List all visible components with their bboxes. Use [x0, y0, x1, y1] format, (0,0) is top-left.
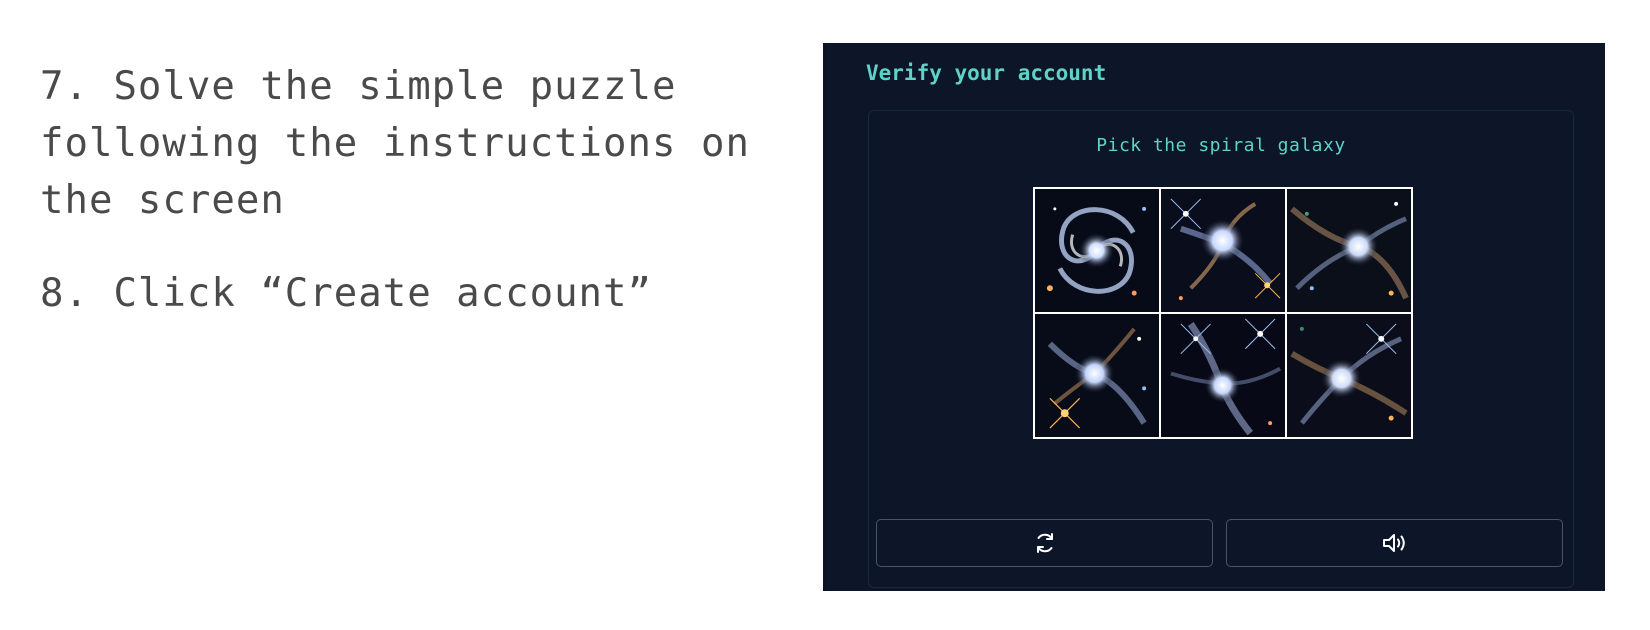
refresh-icon	[1036, 533, 1053, 553]
star-cluster-image	[1161, 314, 1285, 437]
captcha-panel: Verify your account Pick the spiral gala…	[823, 43, 1605, 591]
spiral-galaxy-image	[1035, 189, 1159, 312]
star-cluster-image	[1287, 314, 1411, 437]
instructions: 7. Solve the simple puzzle following the…	[40, 58, 770, 358]
image-grid	[1033, 187, 1413, 439]
image-tile-5[interactable]	[1161, 314, 1285, 437]
image-tile-3[interactable]	[1287, 189, 1411, 312]
star-cluster-image	[1287, 189, 1411, 312]
refresh-button[interactable]	[876, 519, 1213, 567]
instruction-step-8: 8. Click “Create account”	[40, 271, 652, 316]
captcha-card: Pick the spiral galaxy	[868, 110, 1574, 588]
captcha-prompt: Pick the spiral galaxy	[1096, 135, 1346, 156]
image-tile-spiral-galaxy[interactable]	[1035, 189, 1159, 312]
image-tile-2[interactable]	[1161, 189, 1285, 312]
instruction-step-7: 7. Solve the simple puzzle following the…	[40, 64, 750, 223]
star-cluster-image	[1161, 189, 1285, 312]
speaker-icon	[1382, 534, 1405, 552]
panel-title: Verify your account	[866, 61, 1107, 85]
audio-button[interactable]	[1226, 519, 1563, 567]
star-cluster-image	[1035, 314, 1159, 437]
image-tile-4[interactable]	[1035, 314, 1159, 437]
image-tile-6[interactable]	[1287, 314, 1411, 437]
